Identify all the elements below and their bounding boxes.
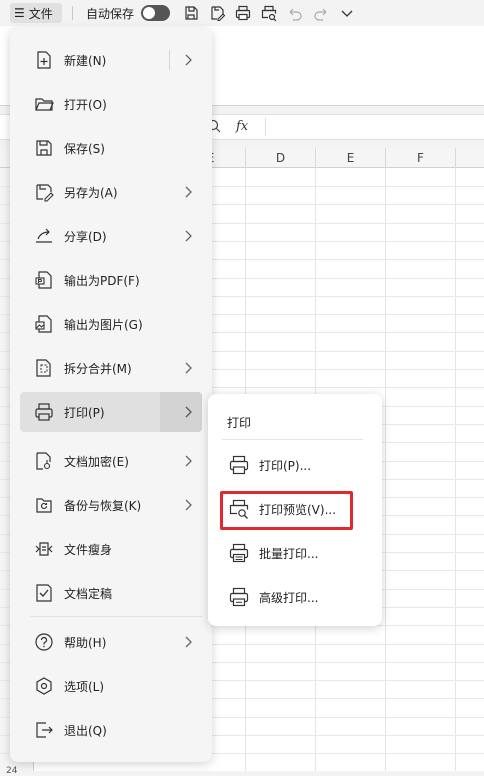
redo-icon[interactable] [312,4,330,22]
submenu-title: 打印 [227,416,252,430]
submenu-divider [222,439,363,440]
menu-item-label: 保存(S) [64,141,105,156]
chevron-right-icon [180,453,196,469]
menu-item-new[interactable]: 新建(N) [20,40,202,80]
menu-icon: ☰ [14,6,25,20]
save-icon [34,138,54,158]
batch-print-icon [228,542,250,564]
menu-item-help[interactable]: 帮助(H) [20,622,202,662]
split-merge-icon [34,358,54,378]
highlight-annotation-box [220,491,353,530]
file-menu-button[interactable]: ☰ 文件 [10,3,62,23]
submenu-item-label: 打印(P)... [259,458,312,473]
chevron-right-icon [180,360,196,376]
export-pdf-icon [34,270,54,290]
chevron-right-icon [180,404,196,420]
menu-item-open[interactable]: 打开(O) [20,84,202,124]
save-icon[interactable] [182,4,200,22]
menu-item-label: 备份与恢复(K) [64,498,142,513]
toggle-knob [143,7,155,19]
quick-access-toolbar: ☰ 文件 自动保存 [0,0,484,26]
row-number: 24 [6,766,18,776]
menu-item-encrypt[interactable]: 文档加密(E) [20,441,202,481]
menu-item-label: 文件瘦身 [64,542,113,557]
menu-item-save[interactable]: 保存(S) [20,128,202,168]
slim-file-icon [34,539,54,559]
undo-icon[interactable] [286,4,304,22]
export-image-icon [34,314,54,334]
split-divider [169,50,170,70]
chevron-right-icon [180,634,196,650]
column-header-f[interactable]: F [385,148,455,168]
menu-item-label: 输出为PDF(F) [64,273,140,288]
chevron-down-icon[interactable] [338,4,356,22]
submenu-item-label: 批量打印... [259,546,319,561]
help-icon [34,632,54,652]
menu-item-options[interactable]: 选项(L) [20,666,202,706]
menu-item-save-as[interactable]: 另存为(A) [20,172,202,212]
new-file-icon [34,50,54,70]
options-icon [34,676,54,696]
encrypt-icon [34,451,54,471]
save-as-icon [34,182,54,202]
backup-icon [34,495,54,515]
open-folder-icon [34,94,54,114]
formula-divider [265,118,266,136]
advanced-print-icon [228,586,250,608]
chevron-right-icon [180,228,196,244]
share-icon [34,226,54,246]
save-as-icon[interactable] [208,4,226,22]
menu-divider [30,616,202,617]
print-preview-icon[interactable] [260,4,278,22]
menu-item-label: 退出(Q) [64,723,107,738]
menu-item-label: 另存为(A) [64,185,118,200]
menu-item-label: 输出为图片(G) [64,317,143,332]
column-header-e[interactable]: E [315,148,385,168]
chevron-right-icon [180,184,196,200]
menu-item-split-merge[interactable]: 拆分合并(M) [20,348,202,388]
print-icon [34,402,54,422]
exit-icon [34,720,54,740]
autosave-toggle[interactable] [141,5,170,21]
print-icon [228,454,250,476]
toolbar-divider [72,6,73,20]
menu-item-backup[interactable]: 备份与恢复(K) [20,485,202,525]
menu-item-label: 打开(O) [64,97,107,112]
menu-item-label: 文档加密(E) [64,454,129,469]
menu-item-label: 选项(L) [64,679,105,694]
menu-item-label: 帮助(H) [64,635,107,650]
file-menu: 新建(N) 打开(O) 保存(S) 另存为(A) 分享(D) 输出为PDF(F)… [10,28,212,762]
finalize-icon [34,583,54,603]
menu-item-export-pdf[interactable]: 输出为PDF(F) [20,260,202,300]
menu-item-label: 文档定稿 [64,586,113,601]
submenu-item-batch-print[interactable]: 批量打印... [218,534,372,572]
function-label[interactable]: fx [236,119,248,134]
menu-item-export-image[interactable]: 输出为图片(G) [20,304,202,344]
menu-item-finalize[interactable]: 文档定稿 [20,573,202,613]
chevron-right-icon[interactable] [180,52,196,68]
menu-item-print[interactable]: 打印(P) [20,392,202,432]
column-header-d[interactable]: D [245,148,315,168]
autosave-label: 自动保存 [86,6,135,21]
menu-item-label: 新建(N) [64,53,107,68]
submenu-item-label: 高级打印... [259,590,319,605]
menu-item-label: 分享(D) [64,229,107,244]
menu-item-label: 拆分合并(M) [64,361,132,376]
menu-item-slim-file[interactable]: 文件瘦身 [20,529,202,569]
submenu-item-print[interactable]: 打印(P)... [218,446,372,484]
menu-item-exit[interactable]: 退出(Q) [20,710,202,750]
chevron-right-icon [180,497,196,513]
menu-item-share[interactable]: 分享(D) [20,216,202,256]
menu-item-label: 打印(P) [64,405,105,420]
column-header-next[interactable] [455,148,484,168]
file-menu-label: 文件 [28,6,53,21]
submenu-item-advanced-print[interactable]: 高级打印... [218,578,372,616]
print-icon[interactable] [234,4,252,22]
